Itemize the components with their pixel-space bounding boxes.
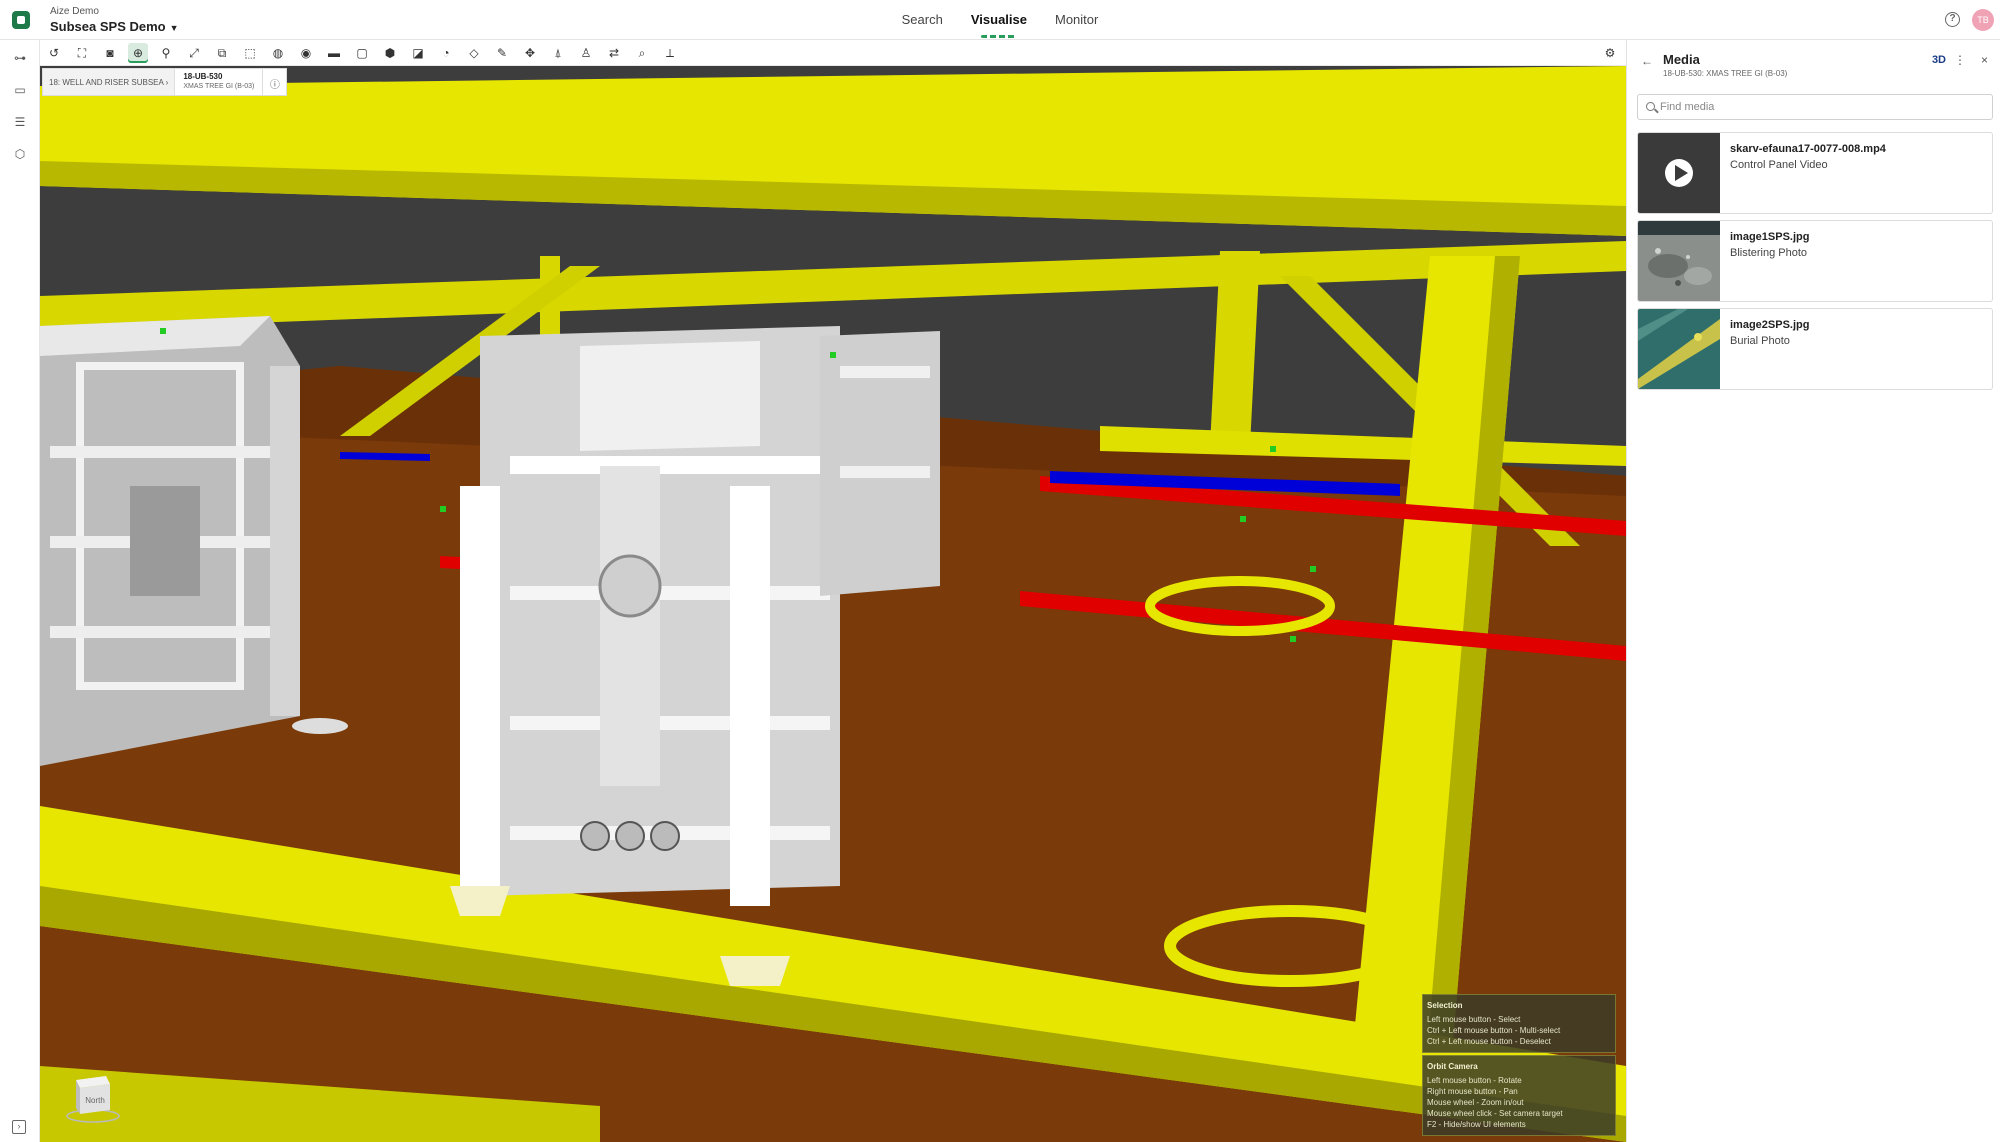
viewer-toolbar: ↺ ⛶ ◙ ⊕ ⚲ ⤢ ⧉ ⬚ ◍ ◉ ▬ ▢ ⬢ ◪ ◔ ◇ ✎ ✥ ⍋ ♙ …	[40, 40, 1626, 66]
media-item-video[interactable]: skarv-efauna17-0077-008.mp4 Control Pane…	[1637, 132, 1993, 214]
view-3d-button[interactable]: 3D	[1932, 54, 1946, 66]
panel-subtitle: 18-UB-530: XMAS TREE GI (B-03)	[1663, 69, 1788, 78]
avatar[interactable]: TB	[1972, 9, 1994, 31]
info-icon[interactable]: ⓘ	[262, 69, 286, 95]
nav-monitor[interactable]: Monitor	[1055, 12, 1098, 32]
zoom-extents-icon[interactable]: ⤢	[184, 43, 204, 63]
app-window: Aize Demo Subsea SPS Demo ▼ Search Visual…	[0, 0, 2000, 1142]
3d-viewport[interactable]: 18: WELL AND RISER SUBSEA › 18-UB-530 XM…	[40, 66, 1626, 1142]
reset-view-icon[interactable]: ↺	[44, 43, 64, 63]
paint-icon[interactable]: ◔	[436, 43, 456, 63]
breadcrumb: 18: WELL AND RISER SUBSEA › 18-UB-530 XM…	[42, 68, 288, 96]
hint-line: Left mouse button - Select	[1427, 1015, 1521, 1024]
sync-icon[interactable]: ⇄	[604, 43, 624, 63]
visibility-icon[interactable]: ◉	[296, 43, 316, 63]
avatar-walk-icon[interactable]: ♙	[576, 43, 596, 63]
navcube-face-label: North	[85, 1096, 105, 1105]
breadcrumb-parent[interactable]: 18: WELL AND RISER SUBSEA ›	[43, 69, 175, 95]
breadcrumb-current-name: XMAS TREE GI (B-03)	[183, 83, 255, 90]
media-item-image[interactable]: image1SPS.jpg Blistering Photo	[1637, 220, 1993, 302]
close-icon[interactable]: ×	[1981, 53, 1988, 67]
expand-panel-icon[interactable]: ›	[12, 1120, 26, 1134]
photo-icon	[1638, 221, 1720, 301]
person-icon[interactable]: ⍋	[548, 43, 568, 63]
media-item-description: Control Panel Video	[1730, 159, 1828, 171]
video-thumbnail	[1638, 133, 1720, 213]
scene-render	[40, 66, 1626, 1142]
media-item-name: image1SPS.jpg	[1730, 231, 1810, 243]
help-icon[interactable]: ?	[1945, 12, 1960, 27]
project-selector[interactable]: Subsea SPS Demo ▼	[50, 19, 179, 34]
app-logo-icon[interactable]	[12, 11, 30, 29]
annotate-icon[interactable]: ✎	[492, 43, 512, 63]
screenshot-icon[interactable]: ◙	[100, 43, 120, 63]
media-item-name: image2SPS.jpg	[1730, 319, 1810, 331]
breadcrumb-parent-label: 18: WELL AND RISER SUBSEA	[49, 78, 164, 87]
select-box-icon[interactable]: ⬚	[240, 43, 260, 63]
photo-icon	[1638, 309, 1720, 389]
hint-line: Mouse wheel click - Set camera target	[1427, 1109, 1563, 1118]
image-thumbnail	[1638, 309, 1720, 389]
list-icon[interactable]: ☰	[12, 114, 28, 130]
navigation-cube[interactable]: North	[64, 1066, 122, 1124]
image-thumbnail	[1638, 221, 1720, 301]
project-name: Subsea SPS Demo	[50, 19, 166, 34]
hide-icon[interactable]: ◍	[268, 43, 288, 63]
hint-line: Mouse wheel - Zoom in/out	[1427, 1098, 1524, 1107]
walk-icon[interactable]: ⚲	[156, 43, 176, 63]
media-item-description: Blistering Photo	[1730, 247, 1808, 259]
search-icon	[1646, 102, 1655, 111]
top-bar: Aize Demo Subsea SPS Demo ▼ Search Visual…	[0, 0, 2000, 40]
cube-icon[interactable]: ⬢	[380, 43, 400, 63]
media-panel: ← Media 18-UB-530: XMAS TREE GI (B-03) 3…	[1626, 40, 2000, 1142]
selection-hints-title: Selection	[1427, 1001, 1463, 1010]
hierarchy-icon[interactable]: ⊶	[12, 50, 28, 66]
breadcrumb-current-tag: 18-UB-530	[183, 72, 223, 81]
media-item-name: skarv-efauna17-0077-008.mp4	[1730, 143, 1886, 155]
orbit-icon[interactable]: ⊕	[128, 43, 148, 63]
media-search	[1637, 94, 1993, 120]
fit-view-icon[interactable]: ⛶	[72, 43, 92, 63]
hint-line: Ctrl + Left mouse button - Multi-select	[1427, 1026, 1561, 1035]
model-icon[interactable]: ⬡	[12, 146, 28, 162]
media-item-image[interactable]: image2SPS.jpg Burial Photo	[1637, 308, 1993, 390]
media-search-input[interactable]	[1660, 98, 1986, 116]
move-icon[interactable]: ✥	[520, 43, 540, 63]
breadcrumb-current: 18-UB-530 XMAS TREE GI (B-03)	[174, 69, 262, 95]
tag-icon[interactable]: ◇	[464, 43, 484, 63]
hint-line: Right mouse button - Pan	[1427, 1087, 1518, 1096]
main-nav: Search Visualise Monitor	[0, 0, 2000, 40]
left-rail: ⊶ ▭ ☰ ⬡ ›	[0, 40, 40, 1142]
more-options-icon[interactable]: ⋮	[1954, 53, 1966, 67]
measure-icon[interactable]: ▬	[324, 43, 344, 63]
hint-line: Ctrl + Left mouse button - Deselect	[1427, 1037, 1551, 1046]
zoom-window-icon[interactable]: ⌕	[632, 43, 652, 63]
orbit-camera-hints: Orbit Camera Left mouse button - Rotate …	[1422, 1055, 1616, 1136]
axes-icon[interactable]: ⟂	[660, 43, 680, 63]
clip-plane-icon[interactable]: ◪	[408, 43, 428, 63]
media-item-description: Burial Photo	[1730, 335, 1790, 347]
caret-down-icon: ▼	[169, 23, 179, 33]
folder-icon[interactable]: ▭	[12, 82, 28, 98]
section-box-icon[interactable]: ▢	[352, 43, 372, 63]
nav-visualise[interactable]: Visualise	[971, 12, 1027, 38]
panel-title: Media	[1663, 52, 1700, 67]
settings-gear-icon[interactable]: ⚙	[1600, 43, 1620, 63]
back-arrow-icon[interactable]: ←	[1641, 54, 1653, 68]
selection-hints: Selection Left mouse button - Select Ctr…	[1422, 994, 1616, 1053]
hint-line: Left mouse button - Rotate	[1427, 1076, 1522, 1085]
orbit-camera-hints-title: Orbit Camera	[1427, 1062, 1478, 1071]
hint-line: F2 - Hide/show UI elements	[1427, 1120, 1526, 1129]
copy-icon[interactable]: ⧉	[212, 43, 232, 63]
play-icon	[1665, 159, 1693, 187]
nav-search[interactable]: Search	[902, 12, 943, 32]
cube-icon: North	[66, 1076, 120, 1123]
org-name: Aize Demo	[50, 6, 99, 17]
